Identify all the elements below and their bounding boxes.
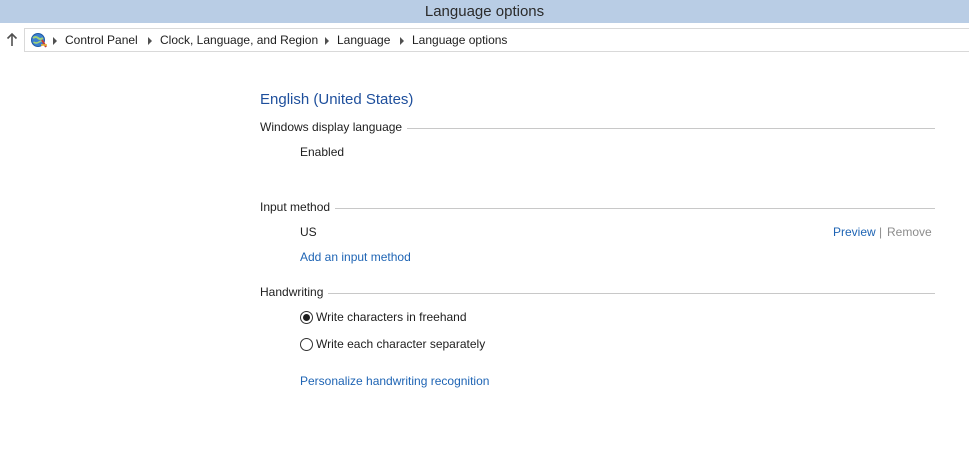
breadcrumb-item-language[interactable]: Language — [337, 33, 390, 47]
link-separator: | — [879, 225, 883, 239]
arrow-up-icon — [6, 32, 18, 46]
window-title-bar: Language options — [0, 0, 969, 23]
radio-button[interactable] — [300, 338, 313, 351]
breadcrumb[interactable]: Control Panel Clock, Language, and Regio… — [24, 28, 969, 52]
radio-separately-label[interactable]: Write each character separately — [316, 337, 485, 351]
address-bar: Control Panel Clock, Language, and Regio… — [0, 27, 969, 53]
radio-freehand-label[interactable]: Write characters in freehand — [316, 310, 467, 324]
personalize-handwriting-link[interactable]: Personalize handwriting recognition — [300, 374, 489, 388]
handwriting-group-header: Handwriting — [260, 285, 935, 301]
radio-button-selected[interactable] — [300, 311, 313, 324]
radio-dot — [303, 314, 310, 321]
chevron-right-icon[interactable] — [148, 37, 152, 45]
display-language-group-header: Windows display language — [260, 120, 935, 136]
display-language-heading: Windows display language — [260, 120, 408, 134]
handwriting-heading: Handwriting — [260, 285, 329, 299]
language-name-heading: English (United States) — [260, 91, 414, 108]
control-panel-icon — [30, 32, 48, 49]
breadcrumb-item-clock-language-region[interactable]: Clock, Language, and Region — [160, 33, 318, 47]
chevron-right-icon[interactable] — [400, 37, 404, 45]
chevron-right-icon[interactable] — [53, 37, 57, 45]
input-method-heading: Input method — [260, 200, 336, 214]
divider — [260, 293, 935, 294]
preview-link[interactable]: Preview — [833, 225, 876, 239]
breadcrumb-item-language-options[interactable]: Language options — [412, 33, 507, 47]
divider — [260, 208, 935, 209]
up-button[interactable] — [4, 31, 20, 49]
add-input-method-link[interactable]: Add an input method — [300, 250, 411, 264]
chevron-right-icon[interactable] — [325, 37, 329, 45]
window-title: Language options — [424, 3, 545, 20]
input-method-group-header: Input method — [260, 200, 935, 216]
display-language-status: Enabled — [300, 145, 345, 159]
breadcrumb-item-control-panel[interactable]: Control Panel — [65, 33, 138, 47]
input-method-name: US — [300, 225, 317, 239]
remove-link: Remove — [887, 225, 932, 239]
